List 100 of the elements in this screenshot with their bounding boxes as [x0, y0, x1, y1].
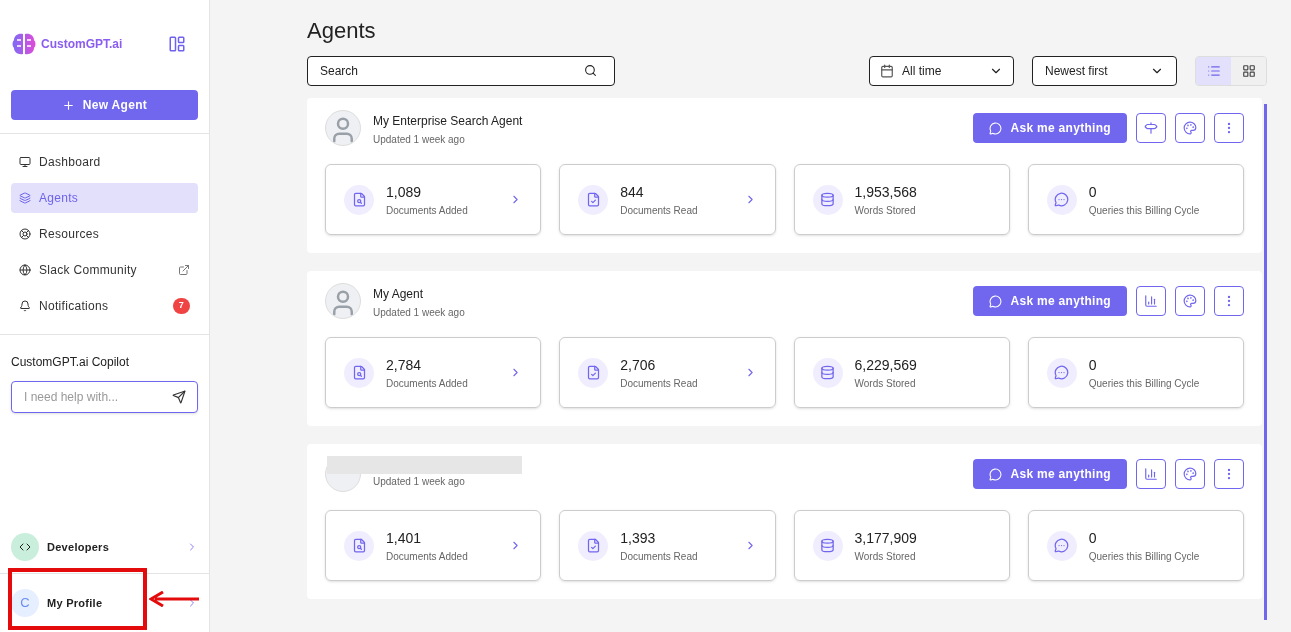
palette-button[interactable]	[1175, 113, 1205, 143]
chart-button[interactable]	[1136, 286, 1166, 316]
external-link-icon	[178, 264, 190, 276]
signpost-icon	[1144, 121, 1158, 135]
brain-logo-icon	[11, 32, 37, 56]
chart-button[interactable]	[1136, 459, 1166, 489]
more-button[interactable]	[1214, 113, 1244, 143]
stat-value: 0	[1088, 528, 1098, 548]
nav-item[interactable]: Agents	[11, 183, 198, 213]
stat-label: Documents Read	[620, 376, 699, 391]
profile-item[interactable]: C My Profile	[11, 589, 198, 617]
file-search-icon	[351, 538, 367, 553]
copilot-title: CustomGPT.ai Copilot	[11, 354, 131, 371]
database-icon	[820, 192, 835, 207]
file-search-icon	[351, 365, 367, 380]
chat-bubble-icon	[1054, 192, 1070, 207]
monitor-icon	[19, 156, 31, 168]
agent-name: My Agent	[373, 286, 425, 303]
grid-view-button[interactable]	[1231, 57, 1266, 85]
code-icon	[19, 541, 31, 553]
ask-button[interactable]: Ask me anything	[973, 286, 1127, 316]
stat-label: Queries this Billing Cycle	[1088, 203, 1201, 218]
stat-label: Documents Added	[386, 376, 469, 391]
chat-bubble-icon	[1054, 538, 1070, 553]
stat-value: 6,229,569	[854, 355, 918, 375]
send-icon[interactable]	[172, 390, 186, 404]
grid-icon	[1241, 64, 1256, 78]
layers-icon	[19, 192, 31, 204]
stat-card[interactable]: 2,784 Documents Added	[325, 337, 542, 408]
stat-label: Queries this Billing Cycle	[1088, 549, 1201, 564]
stat-label: Documents Read	[620, 549, 699, 564]
sidebar-toggle-icon[interactable]	[168, 35, 186, 53]
stat-label: Queries this Billing Cycle	[1088, 376, 1201, 391]
stat-value: 1,953,568	[854, 182, 918, 202]
palette-icon	[1183, 294, 1197, 308]
search-field[interactable]: Search	[307, 56, 615, 86]
stat-card[interactable]: 844 Documents Read	[559, 164, 776, 235]
date-filter-dropdown[interactable]: All time	[869, 56, 1014, 86]
stat-card[interactable]: 1,401 Documents Added	[325, 510, 542, 581]
stat-value: 0	[1088, 182, 1098, 202]
signpost-button[interactable]	[1136, 113, 1166, 143]
nav-item[interactable]: Notifications 7	[11, 291, 198, 321]
list-icon	[1206, 64, 1221, 78]
brand-name: CustomGPT.ai	[41, 36, 123, 53]
search-icon	[584, 64, 597, 77]
palette-button[interactable]	[1175, 459, 1205, 489]
chat-icon	[989, 467, 1003, 481]
file-search-icon	[351, 192, 367, 207]
palette-icon	[1183, 121, 1197, 135]
stat-card[interactable]: 1,393 Documents Read	[559, 510, 776, 581]
ask-button[interactable]: Ask me anything	[973, 113, 1127, 143]
agent-name: My Enterprise Search Agent	[373, 113, 523, 130]
stat-value: 1,089	[386, 182, 423, 202]
page-title: Agents	[307, 17, 377, 44]
stat-value: 3,177,909	[854, 528, 918, 548]
new-agent-button[interactable]: New Agent	[11, 90, 198, 120]
file-check-icon	[585, 538, 601, 553]
chat-bubble-icon	[1054, 365, 1070, 380]
database-icon	[820, 538, 835, 553]
database-icon	[820, 365, 835, 380]
scrollbar[interactable]	[1264, 104, 1267, 620]
more-button[interactable]	[1214, 286, 1244, 316]
palette-icon	[1183, 467, 1197, 481]
stat-card[interactable]: 1,089 Documents Added	[325, 164, 542, 235]
updated-time: Updated 1 week ago	[373, 133, 466, 147]
stat-value: 1,401	[386, 528, 423, 548]
stat-label: Words Stored	[854, 549, 917, 564]
file-check-icon	[585, 365, 601, 380]
stat-label: Documents Added	[386, 203, 469, 218]
developers-item[interactable]: Developers	[0, 525, 209, 569]
plus-icon	[61, 98, 75, 112]
stat-label: Words Stored	[854, 376, 917, 391]
stat-value: 2,784	[386, 355, 423, 375]
stat-value: 2,706	[620, 355, 657, 375]
copilot-input-field[interactable]: I need help with...	[11, 381, 198, 413]
arrow	[149, 591, 199, 607]
updated-time: Updated 1 week ago	[373, 475, 465, 489]
nav-item[interactable]: Resources	[11, 219, 198, 249]
stat-label: Documents Added	[386, 549, 469, 564]
chat-icon	[989, 121, 1003, 135]
ask-button[interactable]: Ask me anything	[973, 459, 1127, 489]
stat-label: Documents Read	[620, 203, 699, 218]
stat-value: 0	[1088, 355, 1098, 375]
stat-label: Words Stored	[854, 203, 917, 218]
stat-card[interactable]: 2,706 Documents Read	[559, 337, 776, 408]
nav-item[interactable]: Dashboard	[11, 147, 198, 177]
bar-chart-icon	[1144, 467, 1158, 481]
more-button[interactable]	[1214, 459, 1244, 489]
bar-chart-icon	[1144, 294, 1158, 308]
chat-icon	[989, 294, 1003, 308]
sort-dropdown[interactable]: Newest first	[1032, 56, 1177, 86]
nav-item[interactable]: Slack Community	[11, 255, 198, 285]
stat-value: 844	[620, 182, 645, 202]
file-check-icon	[585, 192, 601, 207]
bell-icon	[19, 300, 31, 312]
updated-time: Updated 1 week ago	[373, 306, 465, 320]
notification-badge: 7	[172, 298, 190, 314]
globe-icon	[19, 264, 31, 276]
lifebuoy-icon	[19, 228, 31, 240]
palette-button[interactable]	[1175, 286, 1205, 316]
